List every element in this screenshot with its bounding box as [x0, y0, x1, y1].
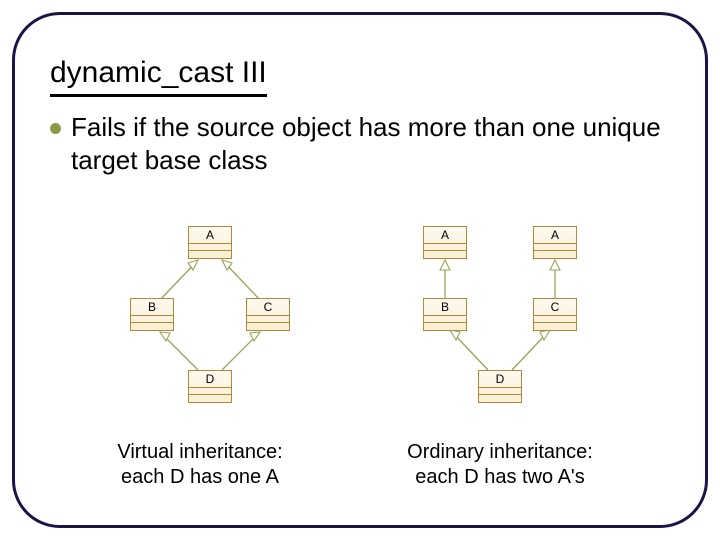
uml-box-b: B	[423, 298, 467, 331]
slide-content: dynamic_cast III Fails if the source obj…	[50, 56, 670, 176]
uml-box-d: D	[478, 370, 522, 403]
uml-label: C	[247, 299, 289, 316]
caption-ordinary: Ordinary inheritance: each D has two A's	[340, 440, 660, 490]
uml-box-a1: A	[423, 226, 467, 259]
uml-box-b: B	[130, 298, 174, 331]
bullet-text: Fails if the source object has more than…	[71, 111, 670, 176]
uml-box-a: A	[188, 226, 232, 259]
uml-label: B	[424, 299, 466, 316]
uml-box-c: C	[246, 298, 290, 331]
uml-label: A	[534, 227, 576, 244]
diagram-virtual: A B C D	[100, 220, 320, 410]
slide-title: dynamic_cast III	[50, 56, 267, 97]
uml-label: A	[424, 227, 466, 244]
diagram-ordinary: A A B C D	[390, 220, 610, 410]
bullet-row: Fails if the source object has more than…	[50, 111, 670, 176]
uml-box-d: D	[188, 370, 232, 403]
uml-label: A	[189, 227, 231, 244]
caption-line: Virtual inheritance:	[117, 441, 282, 463]
uml-label: C	[534, 299, 576, 316]
bullet-icon	[50, 123, 61, 134]
uml-label: D	[189, 371, 231, 388]
uml-box-c: C	[533, 298, 577, 331]
captions-row: Virtual inheritance: each D has one A Or…	[60, 440, 660, 490]
caption-virtual: Virtual inheritance: each D has one A	[60, 440, 340, 490]
caption-line: each D has one A	[121, 466, 279, 488]
diagrams-area: A B C D	[100, 220, 640, 430]
caption-line: Ordinary inheritance:	[407, 441, 593, 463]
uml-label: D	[479, 371, 521, 388]
uml-box-a2: A	[533, 226, 577, 259]
caption-line: each D has two A's	[415, 466, 584, 488]
uml-label: B	[131, 299, 173, 316]
